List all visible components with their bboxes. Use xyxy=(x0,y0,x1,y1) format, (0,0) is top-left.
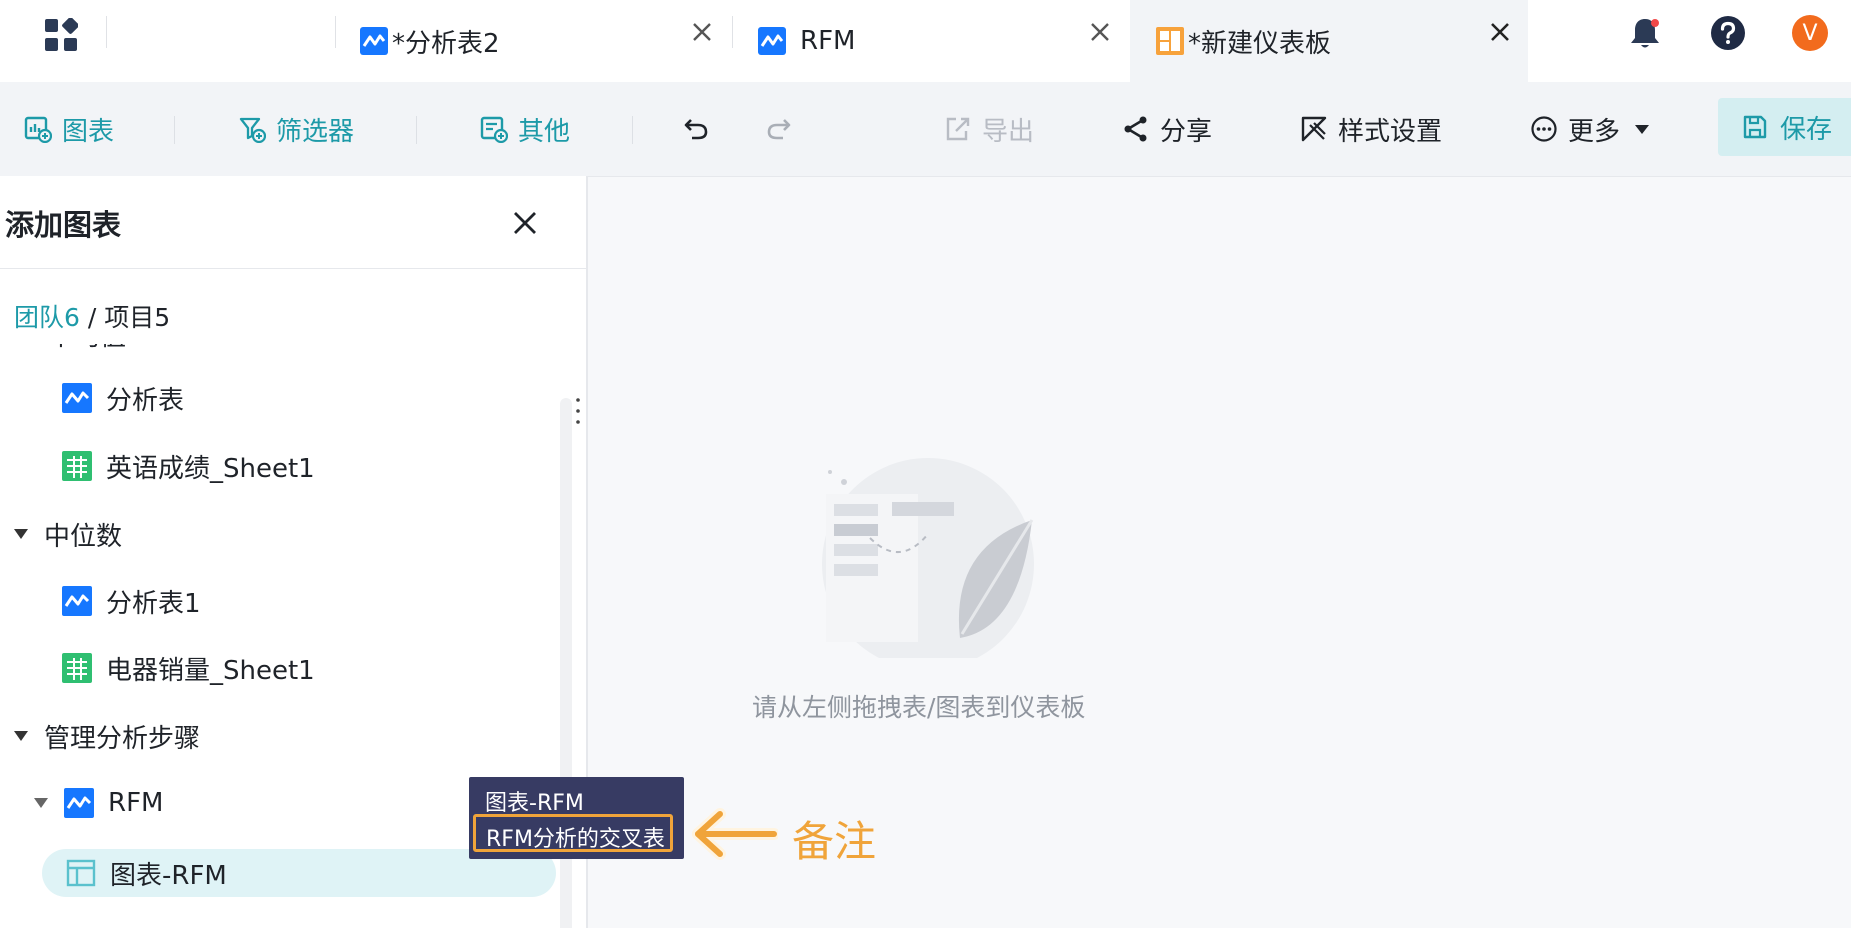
analysis-table-icon xyxy=(64,788,94,818)
style-icon xyxy=(1301,116,1327,142)
style-settings-button[interactable]: 样式设置 xyxy=(1300,82,1442,176)
widget-add-icon xyxy=(480,116,508,143)
tree-folder-management[interactable]: 管理分析步骤 xyxy=(14,708,200,764)
dashboard-icon xyxy=(1156,27,1184,55)
filter-add-icon xyxy=(239,117,266,143)
more-icon xyxy=(1531,116,1557,142)
export-button[interactable]: 导出 xyxy=(944,82,1034,176)
chart-table-icon xyxy=(66,859,96,887)
tree-item-label: 分析表 xyxy=(106,385,185,416)
share-button[interactable]: 分享 xyxy=(1122,82,1212,176)
tree-item-label: 电器销量_Sheet1 xyxy=(106,655,315,686)
sheet-icon xyxy=(62,653,92,683)
tab-separator xyxy=(106,16,107,48)
tree-item-label: 分析表1 xyxy=(106,588,201,619)
toolbar-separator xyxy=(416,116,417,144)
tree-item-analysis[interactable]: 分析表 xyxy=(62,370,184,426)
annotation-label: 备注 xyxy=(792,817,877,866)
more-button[interactable]: 更多 xyxy=(1530,82,1660,176)
tree-item-english-sheet[interactable]: 英语成绩_Sheet1 xyxy=(62,438,315,494)
add-other-button[interactable]: 其他 xyxy=(480,82,570,176)
analysis-table-icon xyxy=(360,27,388,55)
save-icon xyxy=(1743,115,1767,139)
tab-analysis2[interactable]: *分析表2 xyxy=(360,0,730,82)
more-label: 更多 xyxy=(1568,116,1621,147)
close-icon[interactable] xyxy=(1488,20,1512,44)
panel-title: 添加图表 xyxy=(5,208,122,242)
breadcrumb-project: 项目5 xyxy=(104,303,171,332)
style-settings-label: 样式设置 xyxy=(1338,116,1443,147)
tooltip-title: 图表-RFM xyxy=(485,791,584,816)
tree-item-appliance-sheet[interactable]: 电器销量_Sheet1 xyxy=(62,640,315,696)
toolbar-separator xyxy=(632,116,633,144)
tree-folder-label: 平均值 xyxy=(48,344,126,353)
tooltip-note: RFM分析的交叉表 xyxy=(486,827,665,852)
breadcrumb-separator: / xyxy=(87,303,97,332)
notification-bell-icon[interactable] xyxy=(1628,16,1662,52)
share-icon xyxy=(1124,116,1147,142)
arrow-left-icon xyxy=(692,808,778,860)
caret-down-icon xyxy=(14,731,28,741)
share-label: 分享 xyxy=(1160,116,1213,147)
close-icon[interactable] xyxy=(510,208,540,238)
tab-label: *新建仪表板 xyxy=(1188,28,1332,59)
tree-item-label: RFM xyxy=(108,788,164,818)
analysis-table-icon xyxy=(62,586,92,616)
add-chart-label: 图表 xyxy=(62,116,115,147)
drag-handle-icon[interactable] xyxy=(576,396,580,426)
tree-folder-median[interactable]: 中位数 xyxy=(14,506,122,562)
toolbar: 图表 筛选器 其他 导出 分享 样式设置 更多 保存 xyxy=(0,82,1851,177)
chart-add-icon xyxy=(24,116,52,143)
export-label: 导出 xyxy=(982,116,1035,147)
analysis-table-icon xyxy=(758,27,786,55)
help-icon[interactable] xyxy=(1710,15,1746,51)
tab-label: RFM xyxy=(800,26,856,56)
tooltip-note-highlight: RFM分析的交叉表 xyxy=(473,814,673,852)
tab-label: *分析表2 xyxy=(392,28,500,59)
add-chart-button[interactable]: 图表 xyxy=(24,82,114,176)
caret-down-icon xyxy=(34,798,48,808)
tree-folder-average[interactable]: 平均值 xyxy=(18,344,126,362)
analysis-table-icon xyxy=(62,383,92,413)
note-tooltip: 图表-RFM RFM分析的交叉表 xyxy=(469,777,684,859)
panel-divider xyxy=(0,268,586,269)
caret-down-icon xyxy=(14,529,28,539)
tree-item-label: 英语成绩_Sheet1 xyxy=(106,453,315,484)
tree-folder-label: 管理分析步骤 xyxy=(44,723,201,754)
empty-state-illustration xyxy=(822,458,1034,658)
toolbar-separator xyxy=(174,116,175,144)
save-button[interactable]: 保存 xyxy=(1718,98,1851,156)
tab-separator xyxy=(335,16,336,48)
sheet-icon xyxy=(62,451,92,481)
add-filter-button[interactable]: 筛选器 xyxy=(238,82,354,176)
export-icon xyxy=(946,117,970,141)
avatar-letter: V xyxy=(1802,20,1818,46)
tree-item-rfm[interactable]: RFM xyxy=(34,775,163,831)
tab-separator xyxy=(732,16,733,48)
breadcrumb: 团队6 / 项目5 xyxy=(14,298,170,334)
redo-icon[interactable] xyxy=(765,114,793,142)
undo-icon[interactable] xyxy=(682,114,710,142)
tree-folder-label: 中位数 xyxy=(44,521,123,552)
tree-item-analysis1[interactable]: 分析表1 xyxy=(62,573,201,629)
close-icon[interactable] xyxy=(690,20,714,44)
breadcrumb-team[interactable]: 团队6 xyxy=(14,303,80,332)
tree-item-chart-rfm[interactable]: 图表-RFM xyxy=(66,845,227,901)
tab-bar: *分析表2 RFM *新建仪表板 V xyxy=(0,0,1851,83)
tab-rfm[interactable]: RFM xyxy=(758,0,1128,82)
chevron-down-icon xyxy=(1635,125,1650,134)
empty-state-text: 请从左侧拖拽表/图表到仪表板 xyxy=(752,693,1086,722)
app-grid-icon[interactable] xyxy=(44,18,78,52)
avatar[interactable]: V xyxy=(1792,15,1828,51)
add-filter-label: 筛选器 xyxy=(276,116,355,147)
add-other-label: 其他 xyxy=(518,116,571,147)
save-label: 保存 xyxy=(1780,114,1833,145)
tab-new-dashboard[interactable]: *新建仪表板 xyxy=(1130,0,1528,82)
tree-item-label: 图表-RFM xyxy=(110,860,227,891)
close-icon[interactable] xyxy=(1088,20,1112,44)
